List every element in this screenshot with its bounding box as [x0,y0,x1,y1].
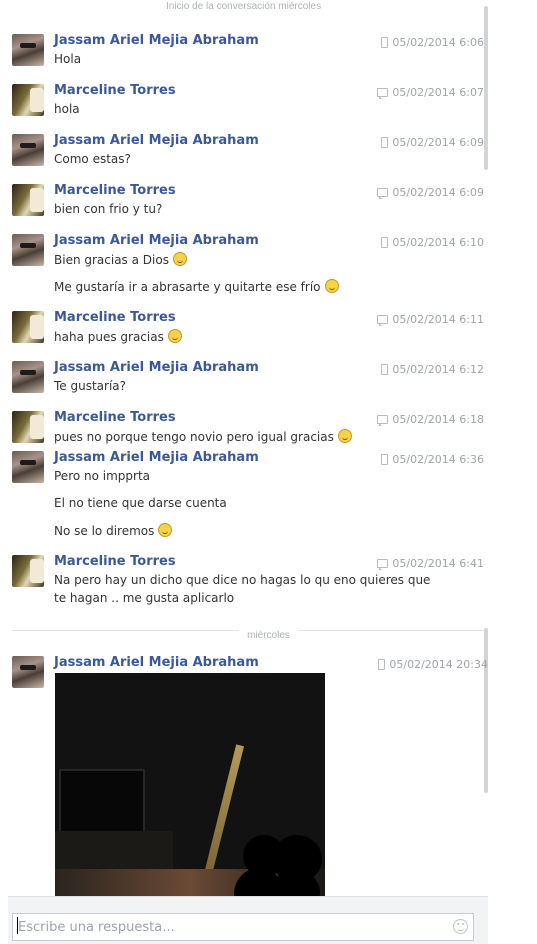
chat-icon [377,315,389,326]
chat-icon [377,88,389,99]
sender-name[interactable]: Marceline Torres [54,310,176,325]
message-text: Na pero hay un dicho que dice no hagas l… [54,573,431,605]
sender-name[interactable]: Jassam Ariel Mejia Abraham [54,450,259,465]
message-meta: 05/02/2014 6:41 [377,557,484,570]
chat-icon [377,188,389,199]
message-text: Bien gracias a Dios [54,253,169,267]
message-meta: 05/02/2014 6:09 [381,136,484,149]
message-group: Jassam Ariel Mejia Abraham 05/02/2014 6:… [12,33,484,74]
sender-name[interactable]: Jassam Ariel Mejia Abraham [54,655,259,670]
smiley-icon[interactable] [453,919,468,934]
message-meta: 05/02/2014 6:06 [381,36,484,49]
sender-name[interactable]: Jassam Ariel Mejia Abraham [54,33,259,48]
phone-icon [381,237,389,248]
timestamp: 05/02/2014 20:34 [389,658,488,671]
avatar[interactable] [12,34,44,66]
conversation-start-label: Inicio de la conversación miércoles [166,1,322,12]
message-text: bien con frio y tu? [54,202,163,216]
message-group: Jassam Ariel Mejia Abraham 05/02/2014 6:… [12,360,484,401]
wink-icon [324,279,339,293]
chat-icon [377,415,389,426]
timestamp: 05/02/2014 6:11 [392,313,484,326]
message-line: Me gustaría ir a abrasarte y quitarte es… [54,279,339,294]
sender-name[interactable]: Marceline Torres [54,83,176,98]
avatar[interactable] [12,234,44,266]
text-caret [17,917,18,934]
message-group: Marceline Torres 05/02/2014 6:07 hola [12,83,484,124]
message-line: pues no porque tengo novio pero igual gr… [54,429,352,444]
message-meta: 05/02/2014 20:34 [378,658,488,671]
sender-name[interactable]: Jassam Ariel Mejia Abraham [54,133,259,148]
message-text: Te gustaría? [54,379,127,393]
scrollbar-thumb[interactable] [484,6,488,170]
message-group: Jassam Ariel Mejia Abraham 05/02/2014 6:… [12,450,484,541]
message-text: hola [54,102,80,116]
message-text: El no tiene que darse cuenta [54,496,227,510]
message-meta: 05/02/2014 6:09 [377,186,484,199]
timestamp: 05/02/2014 6:36 [392,453,484,466]
timestamp: 05/02/2014 6:09 [392,136,484,149]
smiley-icon [172,252,187,266]
message-text: haha pues gracias [54,330,164,344]
avatar[interactable] [12,184,44,216]
timestamp: 05/02/2014 6:12 [392,363,484,376]
photo-tv [59,769,145,833]
date-divider-label-wrap: miércoles [0,623,537,642]
phone-icon [378,659,386,670]
message-meta: 05/02/2014 6:11 [377,313,484,326]
avatar[interactable] [12,555,44,587]
avatar[interactable] [12,361,44,393]
message-meta: 05/02/2014 6:18 [377,413,484,426]
message-group: Marceline Torres 05/02/2014 6:11 haha pu… [12,310,484,351]
wink-icon [158,523,173,537]
message-meta: 05/02/2014 6:07 [377,86,484,99]
message-line: No se lo diremos [54,523,173,538]
date-divider-label: miércoles [239,630,298,641]
sender-name[interactable]: Jassam Ariel Mejia Abraham [54,360,259,375]
avatar[interactable] [12,411,44,443]
message-group: Marceline Torres 05/02/2014 6:41 Na pero… [12,554,484,611]
timestamp: 05/02/2014 6:09 [392,186,484,199]
grin-icon [337,429,352,443]
timestamp: 05/02/2014 6:18 [392,413,484,426]
message-meta: 05/02/2014 6:10 [381,236,484,249]
timestamp: 05/02/2014 6:07 [392,86,484,99]
message-meta: 05/02/2014 6:12 [381,363,484,376]
phone-icon [381,37,389,48]
phone-icon [381,364,389,375]
avatar[interactable] [12,451,44,483]
message-text: pues no porque tengo novio pero igual gr… [54,430,334,444]
message-text: Como estas? [54,152,131,166]
smiley-icon [167,329,182,343]
sender-name[interactable]: Marceline Torres [54,554,176,569]
message-group: Jassam Ariel Mejia Abraham 05/02/2014 6:… [12,133,484,174]
phone-icon [381,137,389,148]
phone-icon [381,454,389,465]
message-group: Marceline Torres 05/02/2014 6:09 bien co… [12,183,484,224]
message-line: Bien gracias a Dios [54,252,187,267]
avatar[interactable] [12,311,44,343]
avatar[interactable] [12,134,44,166]
sender-name[interactable]: Jassam Ariel Mejia Abraham [54,233,259,248]
message-text: Hola [54,52,82,66]
reply-placeholder: Escribe una respuesta... [18,920,175,935]
timestamp: 05/02/2014 6:41 [392,557,484,570]
timestamp: 05/02/2014 6:10 [392,236,484,249]
message-meta: 05/02/2014 6:36 [381,453,484,466]
message-text: Pero no impprta [54,469,151,483]
sender-name[interactable]: Marceline Torres [54,183,176,198]
avatar[interactable] [12,656,44,688]
message-group: Marceline Torres 05/02/2014 6:18 pues no… [12,410,484,447]
avatar[interactable] [12,84,44,116]
message-text: No se lo diremos [54,524,155,538]
chat-icon [377,559,389,570]
message-line: haha pues gracias [54,329,182,344]
scrollbar-thumb-lower[interactable] [484,628,488,793]
sender-name[interactable]: Marceline Torres [54,410,176,425]
message-group: Jassam Ariel Mejia Abraham 05/02/2014 6:… [12,233,484,300]
message-text: Me gustaría ir a abrasarte y quitarte es… [54,280,321,294]
timestamp: 05/02/2014 6:06 [392,36,484,49]
